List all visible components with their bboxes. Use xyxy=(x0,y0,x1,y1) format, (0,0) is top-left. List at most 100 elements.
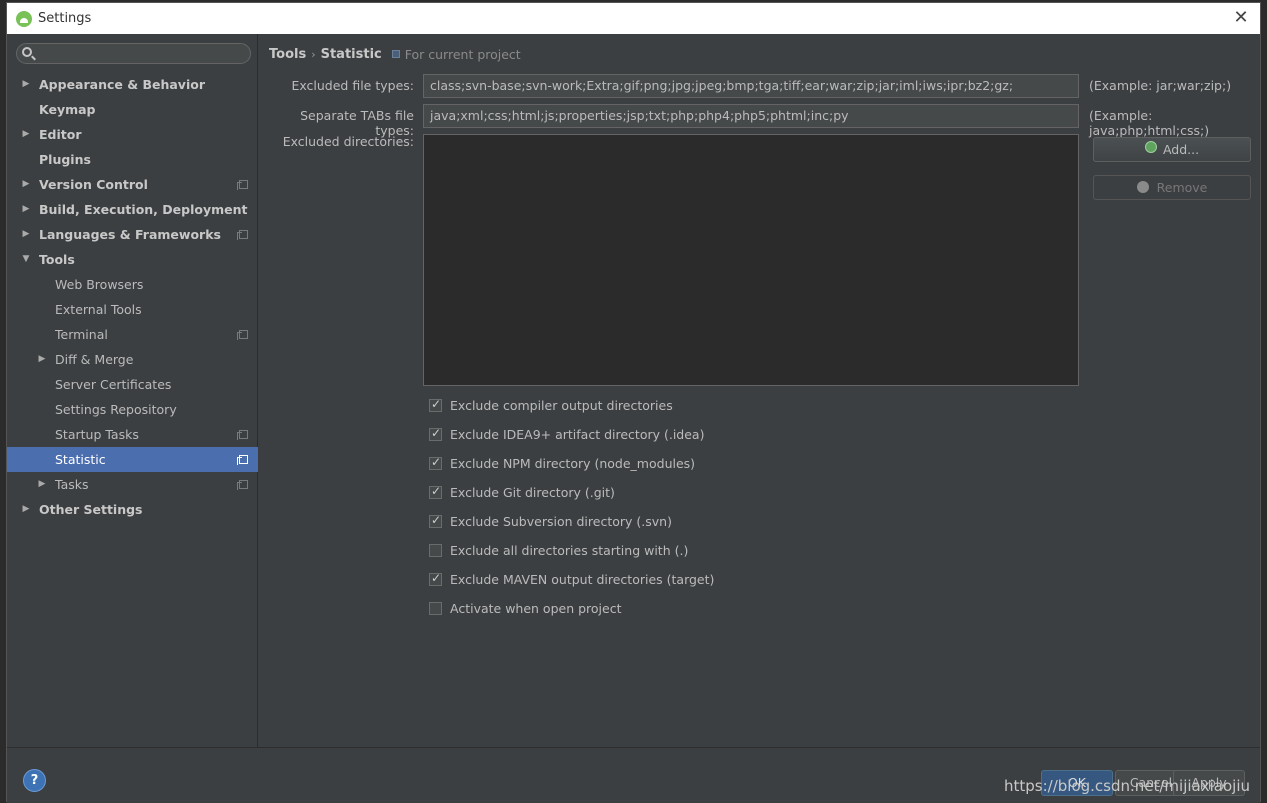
excluded-dirs-list[interactable] xyxy=(423,134,1079,386)
checkbox-exclude-maven[interactable]: Exclude MAVEN output directories (target… xyxy=(429,565,714,594)
settings-window: Settings ✕ ▶ Appearance & Behavior Keyma… xyxy=(6,2,1261,803)
checkbox-exclude-git[interactable]: Exclude Git directory (.git) xyxy=(429,478,714,507)
add-button[interactable]: Add... xyxy=(1093,137,1251,162)
checkbox-label: Exclude Subversion directory (.svn) xyxy=(450,514,672,529)
add-button-label: Add... xyxy=(1162,142,1200,157)
checkbox-label: Exclude NPM directory (node_modules) xyxy=(450,456,696,471)
watermark: https://blog.csdn.net/mijiaxiaojiu xyxy=(1003,777,1250,795)
add-icon xyxy=(1144,140,1157,153)
excluded-dirs-label: Excluded directories: xyxy=(282,134,414,149)
help-icon[interactable]: ? xyxy=(23,769,46,792)
sidebar-item-label: Web Browsers xyxy=(55,277,144,292)
checkbox-icon[interactable] xyxy=(429,602,442,615)
search-box[interactable] xyxy=(16,43,251,64)
breadcrumb-separator: › xyxy=(311,47,316,61)
sidebar-item-server-certificates[interactable]: Server Certificates xyxy=(7,372,258,397)
checkbox-activate-on-open[interactable]: Activate when open project xyxy=(429,594,714,623)
checkbox-exclude-npm[interactable]: Exclude NPM directory (node_modules) xyxy=(429,449,714,478)
checkbox-label: Exclude compiler output directories xyxy=(450,398,673,413)
project-scope-icon xyxy=(237,455,248,465)
sidebar-item-label: Version Control xyxy=(39,177,148,192)
sidebar-item-label: Terminal xyxy=(55,327,108,342)
window-title: Settings xyxy=(38,11,92,26)
checkbox-exclude-dot-dirs[interactable]: Exclude all directories starting with (.… xyxy=(429,536,714,565)
checkbox-label: Exclude all directories starting with (.… xyxy=(450,543,689,558)
breadcrumb-scope: For current project xyxy=(404,46,521,62)
sidebar-item-languages[interactable]: ▶ Languages & Frameworks xyxy=(7,222,258,247)
sidebar-item-appearance[interactable]: ▶ Appearance & Behavior xyxy=(7,72,258,97)
sidebar-item-version-control[interactable]: ▶ Version Control xyxy=(7,172,258,197)
settings-content: Tools › Statistic For current project Ex… xyxy=(259,34,1261,747)
sidebar-item-terminal[interactable]: Terminal xyxy=(7,322,258,347)
expand-arrow-icon[interactable]: ▶ xyxy=(20,222,32,247)
project-scope-icon xyxy=(237,480,248,490)
sidebar-item-label: Plugins xyxy=(39,152,91,167)
search-input[interactable] xyxy=(37,45,242,62)
expand-arrow-icon[interactable]: ▶ xyxy=(20,197,32,222)
checkbox-label: Exclude MAVEN output directories (target… xyxy=(450,572,715,587)
android-studio-icon xyxy=(16,10,32,27)
expand-arrow-icon[interactable]: ▶ xyxy=(36,472,48,497)
sidebar-item-label: Editor xyxy=(39,127,82,142)
options-checklist: Exclude compiler output directories Excl… xyxy=(429,391,714,623)
sidebar-item-label: Other Settings xyxy=(39,502,143,517)
remove-icon xyxy=(1136,180,1149,193)
checkbox-exclude-svn[interactable]: Exclude Subversion directory (.svn) xyxy=(429,507,714,536)
expand-arrow-icon[interactable]: ▶ xyxy=(20,122,32,147)
sidebar-item-plugins[interactable]: Plugins xyxy=(7,147,258,172)
tabs-types-example: (Example: java;php;html;css;) xyxy=(1089,108,1210,138)
sidebar-item-label: Tasks xyxy=(55,477,89,492)
checkbox-icon[interactable] xyxy=(429,455,442,470)
expand-arrow-icon[interactable]: ▶ xyxy=(36,347,48,372)
sidebar-item-startup-tasks[interactable]: Startup Tasks xyxy=(7,422,258,447)
checkbox-label: Exclude Git directory (.git) xyxy=(450,485,615,500)
sidebar-item-label: Statistic xyxy=(55,452,106,467)
sidebar-item-tasks[interactable]: ▶ Tasks xyxy=(7,472,258,497)
collapse-arrow-icon[interactable]: ▼ xyxy=(20,247,32,272)
excluded-types-field[interactable]: class;svn-base;svn-work;Extra;gif;png;jp… xyxy=(423,74,1079,98)
dialog-footer: ? OK Cancel Apply https://blog.csdn.net/… xyxy=(7,747,1260,803)
sidebar-item-label: Startup Tasks xyxy=(55,427,139,442)
checkbox-icon[interactable] xyxy=(429,397,442,412)
checkbox-icon[interactable] xyxy=(429,484,442,499)
checkbox-icon[interactable] xyxy=(429,513,442,528)
sidebar-item-label: Server Certificates xyxy=(55,377,172,392)
sidebar-item-diff-merge[interactable]: ▶ Diff & Merge xyxy=(7,347,258,372)
sidebar-item-label: Languages & Frameworks xyxy=(39,227,221,242)
project-scope-icon xyxy=(391,50,400,58)
settings-sidebar: ▶ Appearance & Behavior Keymap ▶ Editor … xyxy=(7,34,258,747)
sidebar-item-web-browsers[interactable]: Web Browsers xyxy=(7,272,258,297)
sidebar-item-settings-repository[interactable]: Settings Repository xyxy=(7,397,258,422)
checkbox-exclude-idea[interactable]: Exclude IDEA9+ artifact directory (.idea… xyxy=(429,420,714,449)
sidebar-item-build[interactable]: ▶ Build, Execution, Deployment xyxy=(7,197,258,222)
excluded-types-example: (Example: jar;war;zip;) xyxy=(1089,78,1232,93)
checkbox-label: Activate when open project xyxy=(450,601,622,616)
expand-arrow-icon[interactable]: ▶ xyxy=(20,497,32,522)
title-bar: Settings ✕ xyxy=(7,3,1260,34)
search-icon xyxy=(22,47,32,57)
sidebar-item-label: Appearance & Behavior xyxy=(39,77,205,92)
checkbox-label: Exclude IDEA9+ artifact directory (.idea… xyxy=(450,427,705,442)
sidebar-item-tools[interactable]: ▼ Tools xyxy=(7,247,258,272)
tabs-types-field[interactable]: java;xml;css;html;js;properties;jsp;txt;… xyxy=(423,104,1079,128)
sidebar-item-label: Build, Execution, Deployment xyxy=(39,202,248,217)
expand-arrow-icon[interactable]: ▶ xyxy=(20,172,32,197)
sidebar-item-label: Settings Repository xyxy=(55,402,177,417)
sidebar-item-statistic[interactable]: Statistic xyxy=(7,447,258,472)
remove-button[interactable]: Remove xyxy=(1093,175,1251,200)
checkbox-icon[interactable] xyxy=(429,426,442,441)
settings-tree: ▶ Appearance & Behavior Keymap ▶ Editor … xyxy=(7,72,258,522)
checkbox-icon[interactable] xyxy=(429,544,442,557)
breadcrumb-current: Statistic xyxy=(320,46,382,62)
sidebar-item-external-tools[interactable]: External Tools xyxy=(7,297,258,322)
checkbox-exclude-compiler-output[interactable]: Exclude compiler output directories xyxy=(429,391,714,420)
breadcrumb: Tools › Statistic For current project xyxy=(269,46,521,62)
project-scope-icon xyxy=(237,330,248,340)
checkbox-icon[interactable] xyxy=(429,571,442,586)
sidebar-item-label: Keymap xyxy=(39,102,96,117)
sidebar-item-editor[interactable]: ▶ Editor xyxy=(7,122,258,147)
expand-arrow-icon[interactable]: ▶ xyxy=(20,72,32,97)
sidebar-item-other-settings[interactable]: ▶ Other Settings xyxy=(7,497,258,522)
sidebar-item-keymap[interactable]: Keymap xyxy=(7,97,258,122)
close-icon[interactable]: ✕ xyxy=(1232,9,1250,27)
